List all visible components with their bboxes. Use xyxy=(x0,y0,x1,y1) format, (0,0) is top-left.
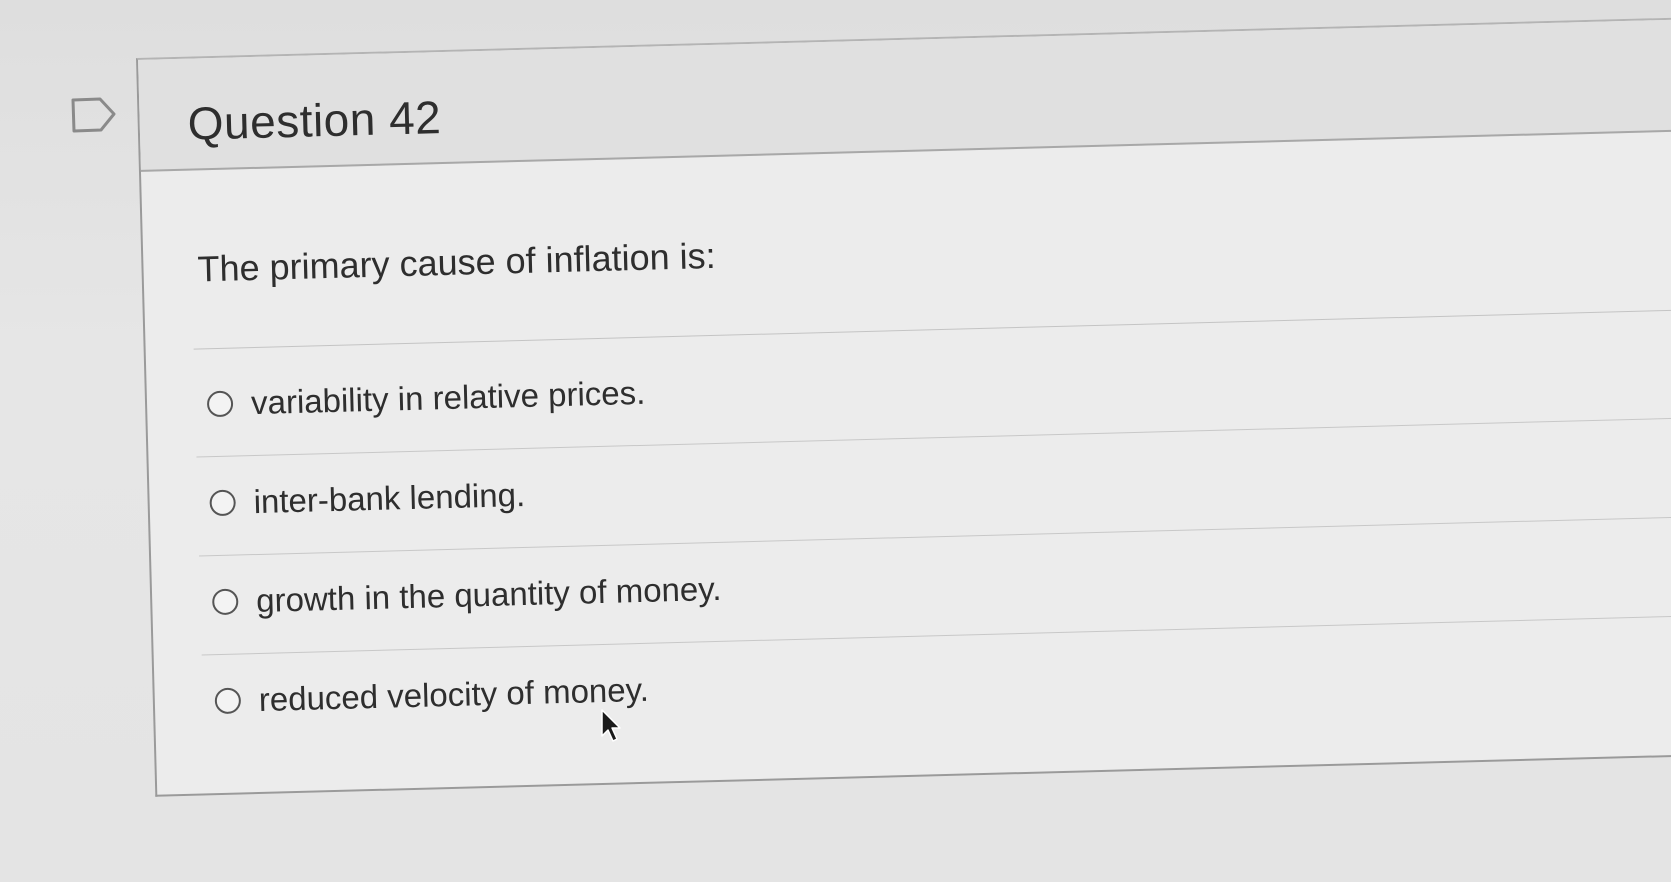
answer-label[interactable]: growth in the quantity of money. xyxy=(256,570,722,620)
question-title: Question 42 xyxy=(187,91,442,150)
radio-button[interactable] xyxy=(211,588,239,616)
mouse-pointer-icon xyxy=(601,709,621,742)
flag-question-icon[interactable] xyxy=(70,96,118,134)
question-header: Question 42 xyxy=(138,19,1671,172)
answer-label[interactable]: variability in relative prices. xyxy=(251,374,646,422)
question-prompt: The primary cause of inflation is: xyxy=(197,234,717,290)
answer-label[interactable]: inter-bank lending. xyxy=(253,476,525,521)
answer-label[interactable]: reduced velocity of money. xyxy=(258,671,649,719)
radio-button[interactable] xyxy=(209,489,237,517)
page-background: Question 42 The primary cause of inflati… xyxy=(0,0,1671,882)
question-card: Question 42 The primary cause of inflati… xyxy=(136,17,1671,797)
radio-button[interactable] xyxy=(214,687,242,715)
radio-button[interactable] xyxy=(206,390,234,418)
answer-list: variability in relative prices. inter-ba… xyxy=(193,319,1671,753)
